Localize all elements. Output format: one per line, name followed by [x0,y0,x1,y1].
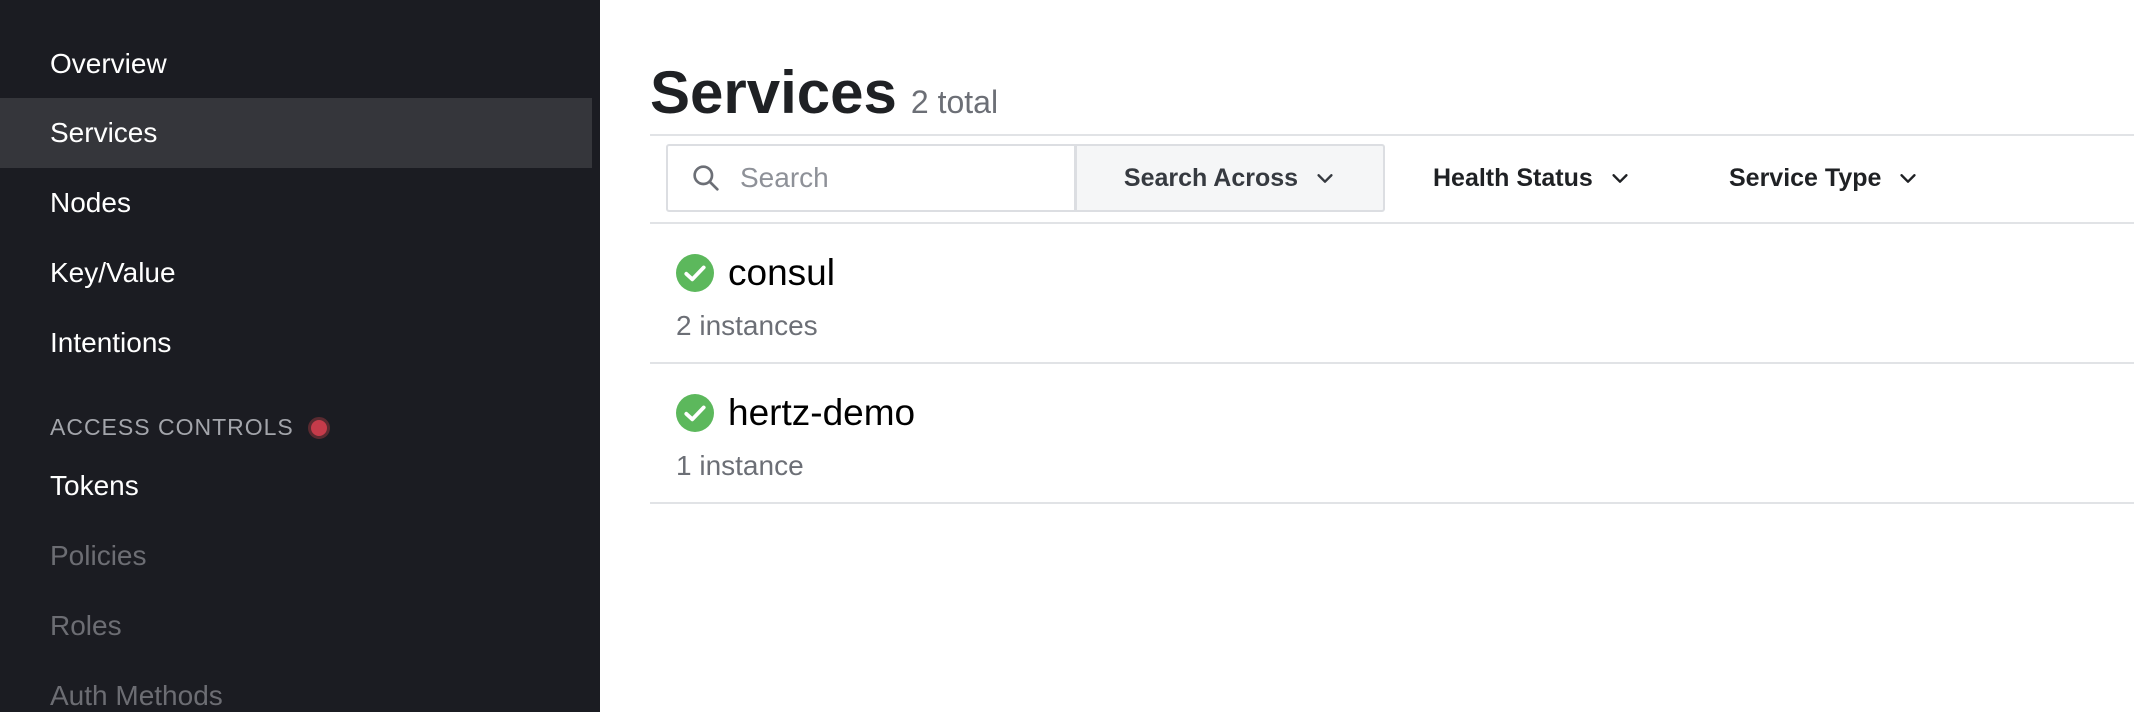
chevron-down-icon [1612,174,1628,183]
sidebar-item-intentions[interactable]: Intentions [0,308,592,378]
health-status-filter[interactable]: Health Status [1433,144,1631,212]
sidebar-item-roles[interactable]: Roles [0,591,592,661]
search-across-button[interactable]: Search Across [1075,144,1385,212]
sidebar-item-overview[interactable]: Overview [0,29,592,99]
sidebar-item-label: Key/Value [50,257,176,288]
page-title: Services [650,59,897,126]
sidebar-item-policies[interactable]: Policies [0,521,592,591]
service-row[interactable]: hertz-demo 1 instance [650,364,2134,504]
sidebar-item-services[interactable]: Services [0,98,592,168]
service-name-line: hertz-demo [676,392,915,434]
sidebar-item-label: Overview [50,48,167,79]
sidebar: Overview Services Nodes Key/Value Intent… [0,0,600,712]
row-divider [650,502,2134,504]
service-name-link[interactable]: consul [728,252,835,294]
search-input[interactable] [738,161,1042,195]
sidebar-item-tokens[interactable]: Tokens [0,451,592,521]
service-type-label: Service Type [1729,163,1882,192]
header-divider [650,134,2134,136]
sidebar-item-label: Intentions [50,327,172,358]
sidebar-item-label: Auth Methods [50,680,223,711]
sidebar-item-label: Services [50,117,158,148]
service-row[interactable]: consul 2 instances [650,224,2134,364]
service-instances: 1 instance [676,450,804,481]
health-status-label: Health Status [1433,163,1593,192]
search-icon [693,165,719,191]
check-circle-icon [676,254,714,292]
search-box[interactable] [666,144,1076,212]
service-type-filter[interactable]: Service Type [1729,144,1919,212]
sidebar-item-nodes[interactable]: Nodes [0,168,592,238]
service-instances: 2 instances [676,310,818,341]
sidebar-item-label: Policies [50,540,147,571]
chevron-down-icon [1317,174,1333,183]
sidebar-item-auth-methods[interactable]: Auth Methods [0,661,592,712]
app: Overview Services Nodes Key/Value Intent… [0,0,2134,712]
search-across-label: Search Across [1123,163,1299,192]
sidebar-item-label: Nodes [50,187,131,218]
section-heading-label: ACCESS CONTROLS [50,414,294,440]
chevron-down-icon [1900,174,1917,183]
service-count: 2 total [910,84,999,120]
sidebar-item-label: Tokens [50,470,139,501]
access-controls-heading: ACCESS CONTROLS [50,414,330,441]
page-header: Services 2 total [650,58,998,127]
service-name-line: consul [676,252,835,294]
alert-dot-icon [307,416,330,439]
main-content: Services 2 total Search Across Health St… [600,0,2134,712]
sidebar-item-key-value[interactable]: Key/Value [0,238,592,308]
sidebar-item-label: Roles [50,610,122,641]
service-name-link[interactable]: hertz-demo [728,392,915,434]
check-circle-icon [676,394,714,432]
